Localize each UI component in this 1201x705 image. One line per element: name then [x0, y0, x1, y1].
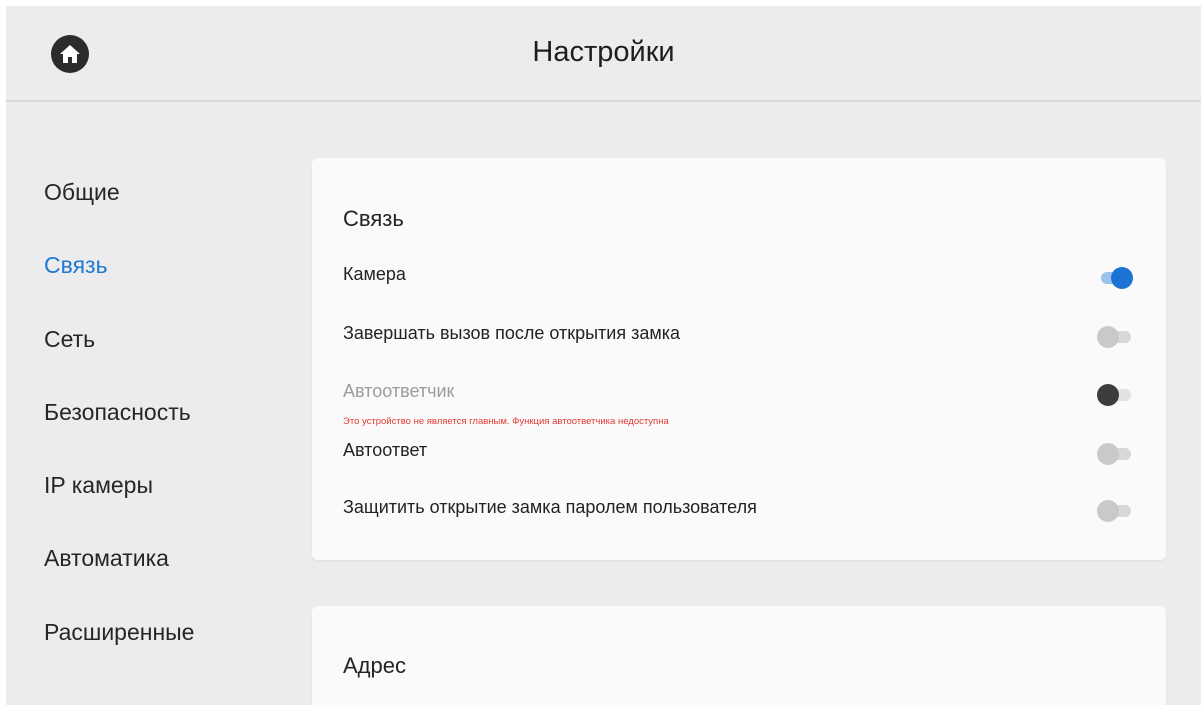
sidebar: Общие Связь Сеть Безопасность IP камеры … — [44, 166, 284, 679]
password-protect-unlock-toggle[interactable] — [1097, 497, 1133, 522]
sidebar-item-security[interactable]: Безопасность — [44, 386, 284, 459]
address-section-title: Адрес — [343, 653, 406, 678]
sidebar-item-network[interactable]: Сеть — [44, 313, 284, 386]
end-call-after-unlock-label: Завершать вызов после открытия замка — [343, 323, 680, 343]
connection-section-title: Связь — [343, 206, 404, 231]
end-call-after-unlock-toggle[interactable] — [1097, 323, 1133, 348]
answering-machine-toggle — [1097, 381, 1133, 406]
camera-label: Камера — [343, 264, 406, 284]
sidebar-item-ip-cameras[interactable]: IP камеры — [44, 459, 284, 532]
end-call-after-unlock-row[interactable]: Завершать вызов после открытия замка — [343, 315, 1133, 355]
answering-machine-label: Автоответчик — [343, 381, 455, 401]
sidebar-item-connection[interactable]: Связь — [44, 239, 284, 312]
top-bar: Настройки — [6, 6, 1201, 102]
settings-screen: Настройки Общие Связь Сеть Безопасность … — [6, 6, 1201, 705]
auto-answer-toggle[interactable] — [1097, 440, 1133, 465]
sidebar-item-advanced[interactable]: Расширенные — [44, 606, 284, 679]
address-card: Адрес — [312, 606, 1166, 705]
sidebar-item-general[interactable]: Общие — [44, 166, 284, 239]
password-protect-unlock-row[interactable]: Защитить открытие замка паролем пользова… — [343, 489, 1133, 529]
answering-machine-warning: Это устройство не является главным. Функ… — [343, 416, 669, 427]
camera-toggle[interactable] — [1097, 264, 1133, 289]
password-protect-unlock-label: Защитить открытие замка паролем пользова… — [343, 497, 757, 517]
answering-machine-row: Автоответчик — [343, 373, 1133, 413]
camera-setting-row[interactable]: Камера — [343, 256, 1133, 296]
auto-answer-row[interactable]: Автоответ — [343, 432, 1133, 472]
auto-answer-label: Автоответ — [343, 440, 428, 460]
sidebar-item-automation[interactable]: Автоматика — [44, 532, 284, 605]
connection-card: Связь Камера Завершать вызов после откры… — [312, 158, 1166, 560]
page-title: Настройки — [532, 36, 675, 68]
